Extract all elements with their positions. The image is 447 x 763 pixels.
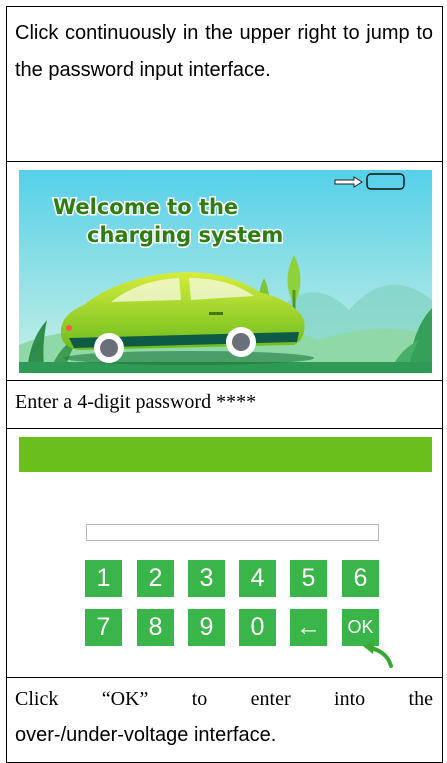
key-3[interactable]: 3 [188,560,225,597]
key-6[interactable]: 6 [342,560,379,597]
word: the [408,688,433,710]
key-9[interactable]: 9 [188,609,225,646]
ok-instruction-line1: Click “OK” to enter into the [15,682,433,716]
key-8[interactable]: 8 [137,609,174,646]
backspace-key[interactable]: ← [290,609,327,646]
password-screen-row: 1 2 3 4 5 6 7 8 9 0 ← OK [7,429,442,678]
key-5[interactable]: 5 [290,560,327,597]
password-instruction: Enter a 4-digit password **** [15,391,257,413]
banner-title-line2: charging system [87,223,283,247]
key-2[interactable]: 2 [137,560,174,597]
key-7[interactable]: 7 [85,609,122,646]
key-1[interactable]: 1 [85,560,122,597]
word: into [334,688,366,710]
banner-title-line1: Welcome to the [53,195,238,219]
header-bar [19,437,432,472]
key-0[interactable]: 0 [239,609,276,646]
instruction-text: Click continuously in the upper right to… [15,22,433,81]
banner-row: Welcome to the charging system [7,162,442,381]
welcome-banner: Welcome to the charging system [19,170,432,373]
password-input[interactable] [86,524,379,541]
ok-instruction-line2: over-/under-voltage interface. [15,724,277,746]
banner-illustration: Welcome to the charging system [19,170,432,373]
document-table: Click continuously in the upper right to… [6,6,443,763]
word: enter [250,688,291,710]
curved-arrow-icon [363,640,393,668]
word: Click [15,688,59,710]
key-4[interactable]: 4 [239,560,276,597]
word: to [191,688,208,710]
instruction-row-1: Click continuously in the upper right to… [7,7,442,162]
instruction-row-3: Enter a 4-digit password **** [7,381,442,429]
instruction-row-5: Click “OK” to enter into the over-/under… [7,678,442,762]
word: “OK” [101,688,149,710]
